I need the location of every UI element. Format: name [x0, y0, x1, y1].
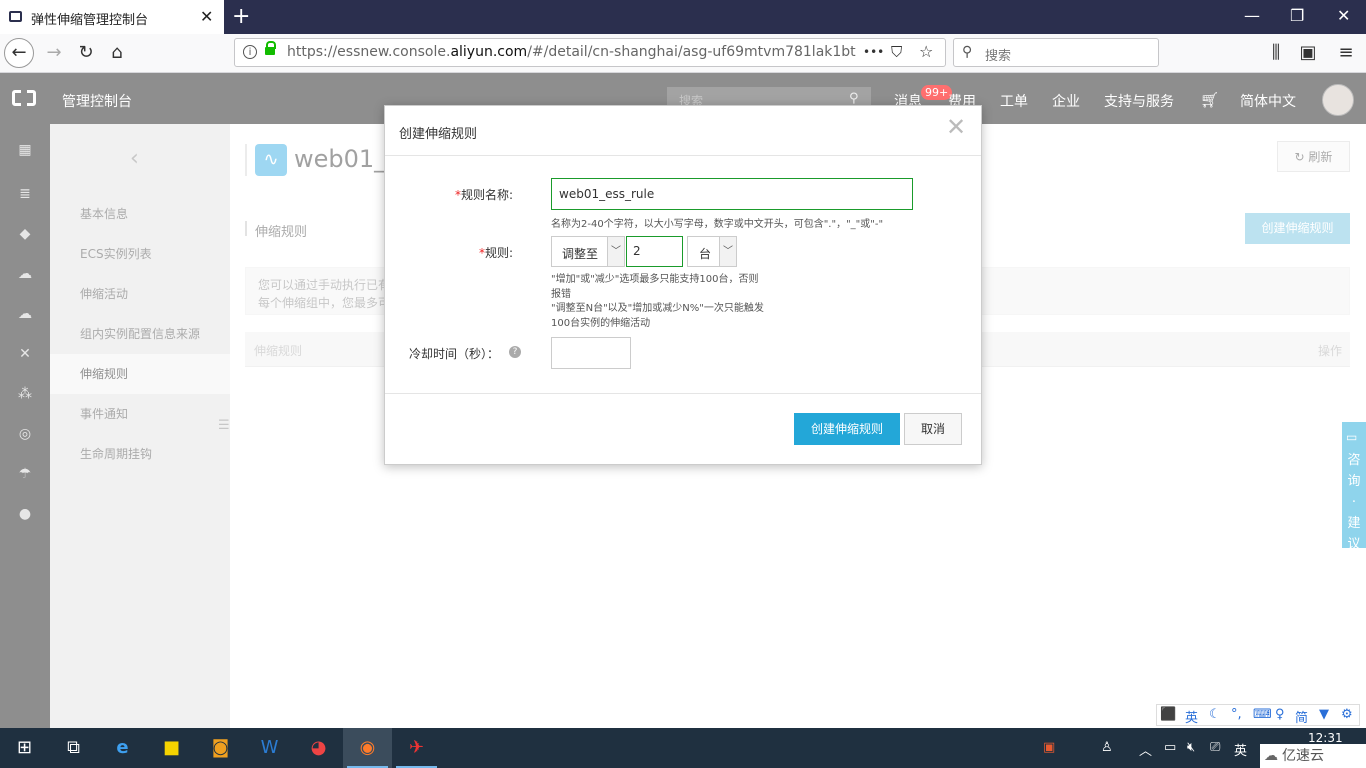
punctuation-icon[interactable]: °,	[1231, 707, 1242, 722]
home-icon[interactable]: ⌂	[105, 41, 129, 65]
url-bar[interactable]: i https://essnew.console.aliyun.com/#/de…	[234, 38, 946, 67]
restore-icon[interactable]: ❐	[1290, 6, 1304, 25]
consult-feedback-tab[interactable]: ▭ 咨询·建议	[1342, 422, 1366, 552]
menu-icon[interactable]: ≡	[1334, 41, 1358, 65]
word-icon[interactable]: W	[245, 728, 294, 768]
bug-icon[interactable]: ☂	[17, 467, 33, 481]
pocket-icon[interactable]: ⛉	[891, 43, 902, 61]
tools-icon[interactable]: ✕	[17, 347, 33, 361]
lock-icon	[265, 41, 276, 55]
browser-tab[interactable]: 弹性伸缩管理控制台 ✕	[0, 0, 224, 34]
rule-name-label: *规则名称:	[455, 188, 514, 202]
url-text: https://essnew.console.aliyun.com/#/deta…	[287, 44, 856, 60]
window-close-icon[interactable]: ✕	[1337, 6, 1350, 25]
new-tab-button[interactable]: +	[232, 4, 250, 29]
sogou-icon[interactable]: ⬛	[1160, 707, 1176, 722]
dialog-title: 创建伸缩规则	[399, 127, 478, 142]
firefox-icon[interactable]: ◉	[343, 728, 392, 768]
mic-icon[interactable]: ♀	[1275, 707, 1285, 722]
server-icon[interactable]: ≣	[17, 187, 33, 201]
chrome-icon[interactable]: ◕	[294, 728, 343, 768]
tab-favicon-icon	[9, 11, 22, 22]
rule-name-input[interactable]	[551, 178, 913, 210]
chevron-up-icon[interactable]: ︿	[1139, 740, 1152, 759]
aliyun-logo-icon[interactable]	[12, 90, 36, 106]
sidebar-icon[interactable]: ▣	[1296, 41, 1320, 65]
outlook-icon[interactable]: ◙	[196, 728, 245, 768]
search-icon: ⚲	[962, 44, 973, 60]
search-icon[interactable]: ⚲	[849, 91, 859, 106]
consult-text: 咨询·建议	[1347, 453, 1361, 552]
rule-unit-select[interactable]: 台 ﹀	[687, 236, 737, 267]
chat-icon: ▭	[1346, 430, 1358, 444]
ime-toolbar: ⬛ 英 ☾ °, ⌨ ♀ 简 ▼ ⚙	[1156, 704, 1360, 726]
nav-tickets[interactable]: 工单	[1000, 91, 1028, 111]
minimize-icon[interactable]: —	[1244, 6, 1260, 25]
avatar[interactable]	[1322, 84, 1354, 116]
bookmark-star-icon[interactable]: ☆	[919, 42, 933, 61]
close-icon[interactable]: ✕	[946, 113, 966, 141]
cooldown-label: 冷却时间（秒）：	[409, 347, 500, 361]
rule-number-input[interactable]: 2	[626, 236, 683, 267]
settings-icon[interactable]: ⚙	[1341, 707, 1353, 722]
battery-icon[interactable]: ▭	[1164, 740, 1176, 755]
browser-search-bar[interactable]: ⚲ 搜索	[953, 38, 1159, 67]
circle-icon[interactable]: ●	[17, 507, 33, 521]
yisu-logo-icon: ☁	[1264, 748, 1278, 764]
cloud-icon[interactable]: ☁	[17, 267, 33, 281]
sogou-tray-icon[interactable]: ▣	[1043, 740, 1055, 755]
console-title[interactable]: 管理控制台	[62, 91, 132, 111]
cooldown-input[interactable]	[551, 337, 631, 369]
rule-name-hint: 名称为2-40个字符，以大小写字母，数字或中文开头，可包含"."，"_"或"-"	[551, 219, 884, 230]
globe-icon[interactable]: ◎	[17, 427, 33, 441]
rule-type-select[interactable]: 调整至 ﹀	[551, 236, 625, 267]
rule-hint: "增加"或"减少"选项最多只能支持100台，否则报错 "调整至N台"以及"增加或…	[551, 274, 764, 329]
rule-unit-value: 台	[699, 247, 712, 261]
rule-label: *规则:	[479, 246, 514, 260]
ime-simplified-toggle[interactable]: 简	[1295, 707, 1308, 726]
ie-icon[interactable]: e	[98, 728, 147, 768]
clock[interactable]: 12:31	[1308, 731, 1343, 745]
watermark: ☁ 亿速云	[1260, 744, 1366, 768]
watermark-text: 亿速云	[1282, 748, 1324, 764]
nav-enterprise[interactable]: 企业	[1052, 91, 1080, 111]
create-rule-submit-button[interactable]: 创建伸缩规则	[794, 413, 900, 445]
dialog-divider	[385, 155, 981, 156]
tab-close-icon[interactable]: ✕	[200, 7, 213, 26]
volume-icon[interactable]: 🔇︎	[1187, 740, 1195, 755]
search-placeholder: 搜索	[985, 49, 1012, 64]
reload-icon[interactable]: ↻	[74, 41, 98, 65]
task-view-icon[interactable]: ⧉	[49, 728, 98, 768]
dialog-footer-divider	[385, 393, 981, 394]
back-arrow-icon[interactable]: ←	[4, 38, 34, 68]
library-icon[interactable]: ⫼	[1264, 41, 1288, 65]
forward-arrow-icon[interactable]: →	[42, 41, 66, 65]
cancel-button[interactable]: 取消	[904, 413, 962, 445]
ime-lang-toggle[interactable]: 英	[1185, 707, 1198, 726]
rule-type-value: 调整至	[562, 247, 599, 261]
people-icon[interactable]: ♙	[1101, 740, 1113, 755]
keyboard-icon[interactable]: ⌨	[1253, 707, 1272, 722]
tab-title: 弹性伸缩管理控制台	[31, 13, 149, 28]
page-actions-icon[interactable]: •••	[863, 45, 884, 59]
cluster-icon[interactable]: ⁂	[17, 387, 33, 401]
windows-start-icon[interactable]: ⊞	[0, 728, 49, 768]
chevron-down-icon: ﹀	[719, 237, 736, 266]
help-icon[interactable]: ?	[509, 346, 521, 358]
moon-icon[interactable]: ☾	[1209, 707, 1221, 722]
sticky-notes-icon[interactable]: ■	[147, 728, 196, 768]
cart-icon[interactable]: 🛒︎	[1200, 91, 1219, 109]
grid-icon[interactable]: ▦	[17, 143, 33, 157]
shield-icon[interactable]: ◆	[17, 227, 33, 241]
nav-support[interactable]: 支持与服务	[1104, 91, 1174, 111]
site-info-icon[interactable]: i	[243, 45, 257, 59]
tray-language[interactable]: 英	[1234, 740, 1247, 759]
chevron-down-icon: ﹀	[607, 237, 624, 266]
cloud-upload-icon[interactable]: ☁	[17, 307, 33, 321]
skin-icon[interactable]: ▼	[1319, 707, 1329, 722]
nav-language[interactable]: 简体中文	[1240, 91, 1296, 111]
network-icon[interactable]: ⎚	[1210, 740, 1220, 755]
app-icon[interactable]: ✈	[392, 728, 441, 768]
